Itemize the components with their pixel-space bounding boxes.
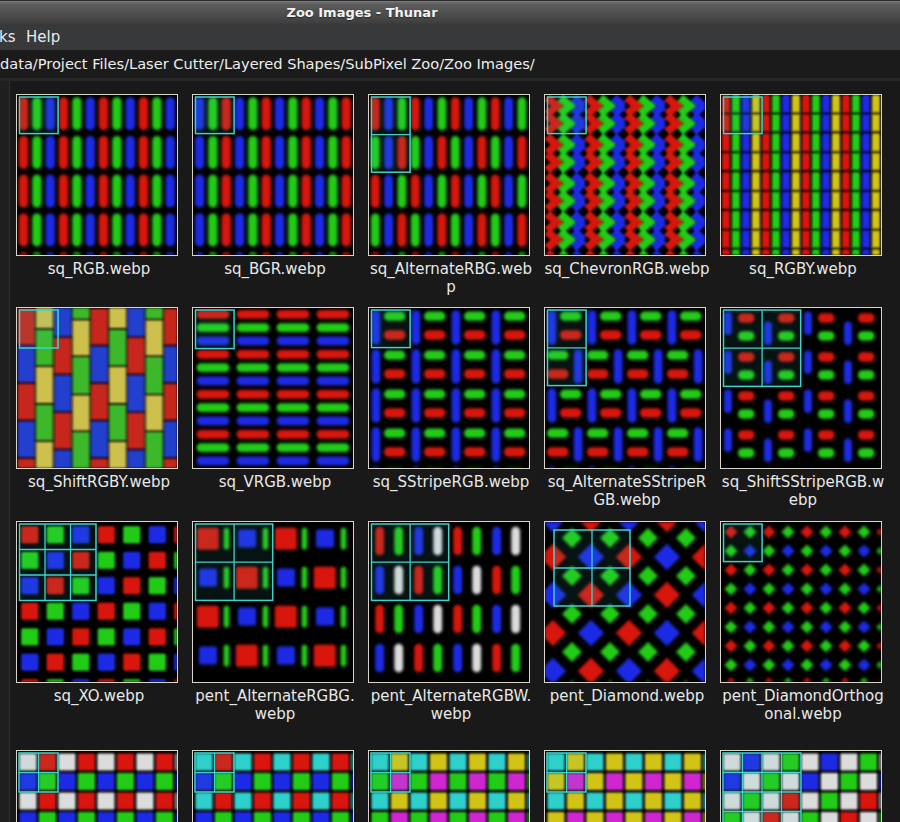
pathbar: data/Project Files/Laser Cutter/Layered … (0, 50, 900, 81)
thunar-window: Zoo Images - Thunar ks Help data/Project… (0, 0, 900, 822)
path-text: data/Project Files/Laser Cutter/Layered … (0, 55, 535, 72)
menu-help[interactable]: Help (26, 28, 60, 46)
title-text: Zoo Images - Thunar (0, 5, 724, 20)
menubar: ks Help (0, 26, 900, 50)
menu-bookmarks[interactable]: ks (0, 28, 16, 46)
side-pane-edge (0, 81, 10, 822)
titlebar: Zoo Images - Thunar (0, 0, 900, 26)
